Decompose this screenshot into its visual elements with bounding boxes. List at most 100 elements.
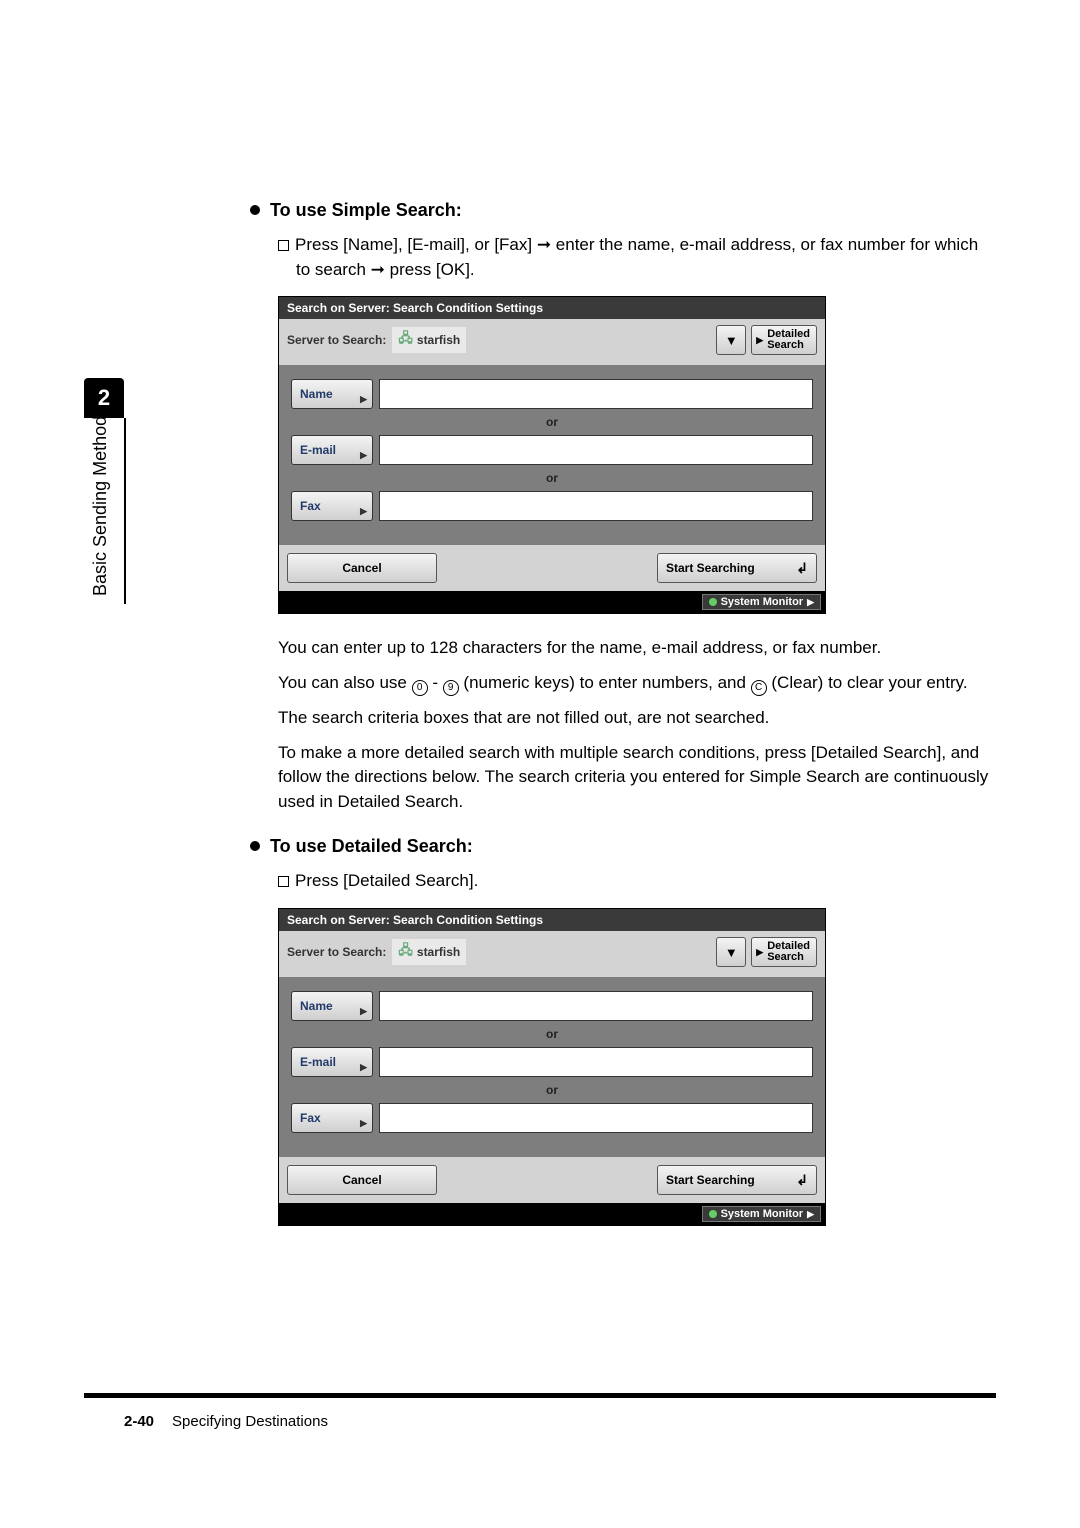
para-2: You can also use 0 - 9 (numeric keys) to… bbox=[278, 671, 990, 696]
start-btn-label: Start Searching bbox=[666, 1173, 755, 1187]
p2d: (Clear) to clear your entry. bbox=[767, 673, 968, 692]
fax-input[interactable] bbox=[379, 491, 813, 521]
panel-server-bar: Server to Search: 🖧 starfish ▼ ▶ Detaile… bbox=[279, 319, 825, 365]
search-panel: Search on Server: Search Condition Setti… bbox=[278, 296, 826, 614]
instr-a: Press [Name], [E-mail], or [Fax] bbox=[295, 235, 537, 254]
panel-title: Search on Server: Search Condition Setti… bbox=[279, 909, 825, 931]
heading-text: To use Simple Search: bbox=[270, 200, 462, 220]
cancel-button[interactable]: Cancel bbox=[287, 1165, 437, 1195]
triangle-icon: ▶ bbox=[360, 450, 367, 461]
instr2: Press [Detailed Search]. bbox=[295, 871, 478, 890]
email-button[interactable]: E-mail ▶ bbox=[291, 435, 373, 465]
footer-rule bbox=[84, 1393, 996, 1398]
server-chip: 🖧 starfish bbox=[392, 327, 466, 353]
fax-input[interactable] bbox=[379, 1103, 813, 1133]
server-dropdown-button[interactable]: ▼ bbox=[716, 325, 746, 355]
system-monitor-button[interactable]: System Monitor ▶ bbox=[702, 1206, 821, 1222]
triangle-icon: ▶ bbox=[360, 1118, 367, 1129]
fax-btn-label: Fax bbox=[300, 499, 321, 513]
server-chip: 🖧 starfish bbox=[392, 939, 466, 965]
footer-title: Specifying Destinations bbox=[172, 1413, 328, 1430]
instruction-line-2: Press [Detailed Search]. bbox=[278, 869, 990, 894]
p2b: - bbox=[428, 673, 443, 692]
panel-server-bar: Server to Search: 🖧 starfish ▼ ▶ Detaile… bbox=[279, 931, 825, 977]
instruction-line: Press [Name], [E-mail], or [Fax] ➞ enter… bbox=[278, 233, 990, 282]
cancel-button[interactable]: Cancel bbox=[287, 553, 437, 583]
name-btn-label: Name bbox=[300, 999, 333, 1013]
start-searching-button[interactable]: Start Searching ↲ bbox=[657, 553, 817, 583]
para-4: To make a more detailed search with mult… bbox=[278, 741, 990, 815]
key-9-icon: 9 bbox=[443, 680, 459, 696]
status-dot-icon bbox=[709, 598, 717, 606]
fax-button[interactable]: Fax ▶ bbox=[291, 491, 373, 521]
key-0-icon: 0 bbox=[412, 680, 428, 696]
simple-search-heading: To use Simple Search: bbox=[250, 200, 990, 221]
search-panel-2: Search on Server: Search Condition Setti… bbox=[278, 908, 826, 1226]
name-button[interactable]: Name ▶ bbox=[291, 991, 373, 1021]
email-btn-label: E-mail bbox=[300, 443, 336, 457]
triangle-right-icon: ▶ bbox=[756, 948, 763, 957]
heading-text-2: To use Detailed Search: bbox=[270, 836, 473, 856]
triangle-icon: ▶ bbox=[360, 1006, 367, 1017]
square-bullet-icon bbox=[278, 876, 289, 887]
triangle-icon: ▶ bbox=[360, 394, 367, 405]
system-monitor-button[interactable]: System Monitor ▶ bbox=[702, 594, 821, 610]
square-bullet-icon bbox=[278, 240, 289, 251]
name-input[interactable] bbox=[379, 991, 813, 1021]
start-searching-button[interactable]: Start Searching ↲ bbox=[657, 1165, 817, 1195]
triangle-right-icon: ▶ bbox=[756, 336, 763, 345]
side-vertical-label: Basic Sending Methods bbox=[90, 407, 111, 596]
panel-footer: Cancel Start Searching ↲ bbox=[279, 545, 825, 591]
sysmon-label: System Monitor bbox=[721, 596, 804, 608]
chevron-down-icon: ▼ bbox=[725, 333, 738, 348]
or-label-1: or bbox=[291, 1027, 813, 1041]
p2c: (numeric keys) to enter numbers, and bbox=[459, 673, 751, 692]
panel-title: Search on Server: Search Condition Setti… bbox=[279, 297, 825, 319]
triangle-right-icon: ▶ bbox=[807, 597, 814, 608]
key-c-icon: C bbox=[751, 680, 767, 696]
email-input[interactable] bbox=[379, 435, 813, 465]
bullet-icon bbox=[250, 205, 260, 215]
start-btn-label: Start Searching bbox=[666, 561, 755, 575]
page-number: 2-40 bbox=[124, 1413, 154, 1430]
p2a: You can also use bbox=[278, 673, 412, 692]
triangle-icon: ▶ bbox=[360, 1062, 367, 1073]
side-rule bbox=[124, 418, 126, 604]
detailed-search-button[interactable]: ▶ Detailed Search bbox=[751, 325, 817, 355]
detailed-btn-label: Detailed Search bbox=[767, 329, 810, 351]
panel-footer: Cancel Start Searching ↲ bbox=[279, 1157, 825, 1203]
para-3: The search criteria boxes that are not f… bbox=[278, 706, 990, 731]
name-button[interactable]: Name▶ bbox=[291, 379, 373, 409]
panel-body: Name▶ or E-mail ▶ or Fax ▶ bbox=[279, 365, 825, 545]
chevron-down-icon: ▼ bbox=[725, 945, 738, 960]
email-btn-label: E-mail bbox=[300, 1055, 336, 1069]
panel-body: Name ▶ or E-mail ▶ or Fax ▶ bbox=[279, 977, 825, 1157]
enter-icon: ↲ bbox=[796, 1172, 808, 1189]
server-icon: 🖧 bbox=[398, 941, 413, 963]
detailed-search-button[interactable]: ▶ Detailed Search bbox=[751, 937, 817, 967]
instr-c: press [OK]. bbox=[385, 260, 475, 279]
name-input[interactable] bbox=[379, 379, 813, 409]
detailed-search-heading: To use Detailed Search: bbox=[250, 836, 990, 857]
enter-icon: ↲ bbox=[796, 560, 808, 577]
triangle-right-icon: ▶ bbox=[807, 1209, 814, 1220]
fax-button[interactable]: Fax ▶ bbox=[291, 1103, 373, 1133]
server-dropdown-button[interactable]: ▼ bbox=[716, 937, 746, 967]
or-label-2: or bbox=[291, 1083, 813, 1097]
server-icon: 🖧 bbox=[398, 329, 413, 351]
or-label-1: or bbox=[291, 415, 813, 429]
server-label: Server to Search: bbox=[287, 333, 386, 347]
detailed-btn-label: Detailed Search bbox=[767, 941, 810, 963]
triangle-icon: ▶ bbox=[360, 506, 367, 517]
sysmon-label: System Monitor bbox=[721, 1208, 804, 1220]
fax-btn-label: Fax bbox=[300, 1111, 321, 1125]
system-bar: System Monitor ▶ bbox=[279, 1203, 825, 1225]
email-input[interactable] bbox=[379, 1047, 813, 1077]
bullet-icon bbox=[250, 841, 260, 851]
email-button[interactable]: E-mail ▶ bbox=[291, 1047, 373, 1077]
or-label-2: or bbox=[291, 471, 813, 485]
status-dot-icon bbox=[709, 1210, 717, 1218]
para-1: You can enter up to 128 characters for t… bbox=[278, 636, 990, 661]
page-footer: 2-40 Specifying Destinations bbox=[124, 1413, 328, 1430]
arrow-icon-2: ➞ bbox=[371, 260, 385, 279]
